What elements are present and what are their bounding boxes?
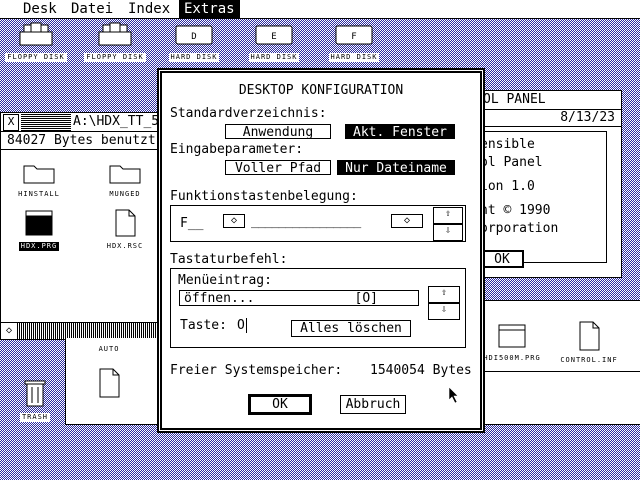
desktop-icon-label: FLOPPY DISK bbox=[5, 53, 67, 62]
menu-datei[interactable]: Datei bbox=[66, 0, 118, 18]
document-icon bbox=[99, 368, 120, 398]
file-label: HDX.RSC bbox=[104, 242, 146, 251]
mouse-pointer-icon bbox=[448, 386, 459, 404]
info-line: ensible bbox=[480, 137, 535, 152]
floppy-disk-icon bbox=[19, 22, 53, 46]
control-panel-info-box: ensible ol Panel ion 1.0 ht © 1990 orpor… bbox=[475, 131, 607, 268]
file-icon-document[interactable] bbox=[74, 368, 144, 398]
drive-letter: F bbox=[351, 32, 356, 42]
menu-entry-scroll-up-icon[interactable]: ⇧ bbox=[428, 286, 460, 303]
desktop-icon-hd-f[interactable]: F HARD DISK bbox=[318, 22, 390, 63]
folder-icon bbox=[23, 165, 55, 184]
program-icon bbox=[25, 210, 53, 236]
function-key-box: F__ ◇ ________________ ◇ ⇧ ⇩ bbox=[170, 205, 466, 242]
document-icon bbox=[115, 209, 136, 237]
dialog-title: DESKTOP KONFIGURATION bbox=[238, 83, 404, 98]
key-input[interactable]: O bbox=[237, 318, 247, 333]
desktop-icon-label: HARD DISK bbox=[248, 53, 300, 62]
desktop-icon-label: HARD DISK bbox=[168, 53, 220, 62]
desktop-icon-trash[interactable]: TRASH bbox=[0, 378, 70, 423]
desktop-icon-hd-e[interactable]: E HARD DISK bbox=[238, 22, 310, 63]
desktop-icon-floppy-a[interactable]: FLOPPY DISK bbox=[0, 22, 72, 63]
file-icon-hdx-prg[interactable]: HDX.PRG bbox=[7, 209, 71, 252]
drive-letter: D bbox=[191, 32, 196, 42]
scroll-left-arrow-icon[interactable]: ◇ bbox=[1, 323, 18, 339]
file-icon-auto[interactable]: AUTO bbox=[74, 340, 144, 355]
file-label: AUTO bbox=[96, 345, 122, 354]
file-icon-hinstall[interactable]: HINSTALL bbox=[7, 161, 71, 200]
window-title: A:\HDX_TT_5 bbox=[71, 113, 162, 131]
standard-dir-current-window-button[interactable]: Akt. Fenster bbox=[345, 124, 455, 140]
file-icon-control-inf[interactable]: CONTROL.INF bbox=[553, 321, 625, 366]
window-title-bar[interactable]: X A:\HDX_TT_5 bbox=[1, 113, 166, 132]
menu-entry-value: öffnen... bbox=[184, 291, 255, 306]
hard-disk-icon: D bbox=[175, 25, 213, 45]
menu-entry-field[interactable]: öffnen... [O] bbox=[179, 290, 419, 306]
control-panel-title[interactable]: OL PANEL bbox=[461, 91, 621, 110]
trash-icon bbox=[24, 380, 46, 407]
menu-desk[interactable]: Desk bbox=[18, 0, 62, 18]
hard-disk-icon: E bbox=[255, 25, 293, 45]
control-panel-window: OL PANEL 8/13/23 ensible ol Panel ion 1.… bbox=[460, 90, 622, 278]
desktop-icon-floppy-b[interactable]: FLOPPY DISK bbox=[79, 22, 151, 63]
floppy-disk-icon bbox=[98, 22, 132, 46]
info-line: ion 1.0 bbox=[480, 179, 535, 194]
file-icon-hdi500m[interactable]: HDI500M.PRG bbox=[476, 323, 548, 364]
close-box-icon[interactable]: X bbox=[3, 114, 19, 131]
free-memory-label: Freier Systemspeicher: bbox=[170, 363, 343, 378]
fkey-scroll-down-icon[interactable]: ⇩ bbox=[433, 224, 463, 241]
info-line: orporation bbox=[480, 221, 559, 236]
fkey-right-arrow-icon[interactable]: ◇ bbox=[391, 214, 423, 228]
desktop-configuration-dialog: DESKTOP KONFIGURATION Standardverzeichni… bbox=[159, 70, 483, 431]
control-panel-date: 8/13/23 bbox=[461, 110, 621, 127]
drive-letter: E bbox=[271, 32, 276, 42]
document-icon bbox=[579, 321, 600, 351]
function-key-prefix: F__ bbox=[180, 216, 204, 231]
control-panel-ok-button[interactable]: OK bbox=[480, 250, 524, 268]
file-label: HDI500M.PRG bbox=[481, 354, 543, 363]
fkey-scroll-up-icon[interactable]: ⇧ bbox=[433, 207, 463, 224]
fkey-left-arrow-icon[interactable]: ◇ bbox=[223, 214, 245, 228]
menu-entry-key: [O] bbox=[354, 291, 378, 306]
window-info-line: 84027 Bytes benutzt bbox=[1, 132, 166, 150]
hard-disk-icon: F bbox=[335, 25, 373, 45]
horizontal-scrollbar[interactable]: ◇ bbox=[1, 322, 166, 339]
input-param-full-path-button[interactable]: Voller Pfad bbox=[225, 160, 331, 176]
info-line: ht © 1990 bbox=[480, 203, 551, 218]
shortcut-box: Menüeintrag: öffnen... [O] ⇧ ⇩ Taste: O … bbox=[170, 268, 466, 348]
desktop-icon-label: TRASH bbox=[19, 413, 51, 422]
ok-button[interactable]: OK bbox=[249, 395, 311, 414]
standard-dir-label: Standardverzeichnis: bbox=[170, 106, 327, 121]
cancel-button[interactable]: Abbruch bbox=[340, 395, 406, 414]
info-line: ol Panel bbox=[480, 155, 543, 170]
function-key-field[interactable]: ________________ bbox=[251, 214, 361, 229]
menu-entry-scroll-down-icon[interactable]: ⇩ bbox=[428, 303, 460, 320]
file-label: MUNGED bbox=[107, 190, 143, 199]
menu-bar: Desk Datei Index Extras bbox=[0, 0, 640, 19]
input-param-filename-only-button[interactable]: Nur Dateiname bbox=[337, 160, 455, 176]
file-icon-munged[interactable]: MUNGED bbox=[93, 161, 157, 200]
menu-entry-label: Menüeintrag: bbox=[178, 273, 272, 288]
folder-icon bbox=[109, 165, 141, 184]
file-window-a: X A:\HDX_TT_5 84027 Bytes benutzt HINSTA… bbox=[0, 112, 167, 340]
desktop-icon-label: HARD DISK bbox=[328, 53, 380, 62]
program-icon bbox=[498, 324, 526, 348]
file-window-c: HDI500M.PRG CONTROL.INF bbox=[477, 300, 640, 372]
file-icon-hdx-rsc[interactable]: HDX.RSC bbox=[93, 209, 157, 252]
menu-extras[interactable]: Extras bbox=[179, 0, 240, 18]
desktop-icon-label: FLOPPY DISK bbox=[84, 53, 146, 62]
file-label: CONTROL.INF bbox=[558, 356, 620, 365]
shortcut-label: Tastaturbefehl: bbox=[170, 252, 288, 267]
free-memory-value: 1540054 Bytes bbox=[370, 363, 472, 378]
function-key-label: Funktionstastenbelegung: bbox=[170, 189, 358, 204]
file-label: HDX.PRG bbox=[18, 242, 60, 251]
menu-index[interactable]: Index bbox=[123, 0, 175, 18]
file-label: HINSTALL bbox=[16, 190, 62, 199]
standard-dir-application-button[interactable]: Anwendung bbox=[225, 124, 331, 140]
desktop-icon-hd-d[interactable]: D HARD DISK bbox=[158, 22, 230, 63]
control-panel-info-text: ensible ol Panel ion 1.0 ht © 1990 orpor… bbox=[480, 136, 558, 238]
clear-all-button[interactable]: Alles löschen bbox=[291, 320, 411, 337]
input-param-label: Eingabeparameter: bbox=[170, 142, 304, 157]
key-label: Taste: bbox=[180, 318, 227, 333]
